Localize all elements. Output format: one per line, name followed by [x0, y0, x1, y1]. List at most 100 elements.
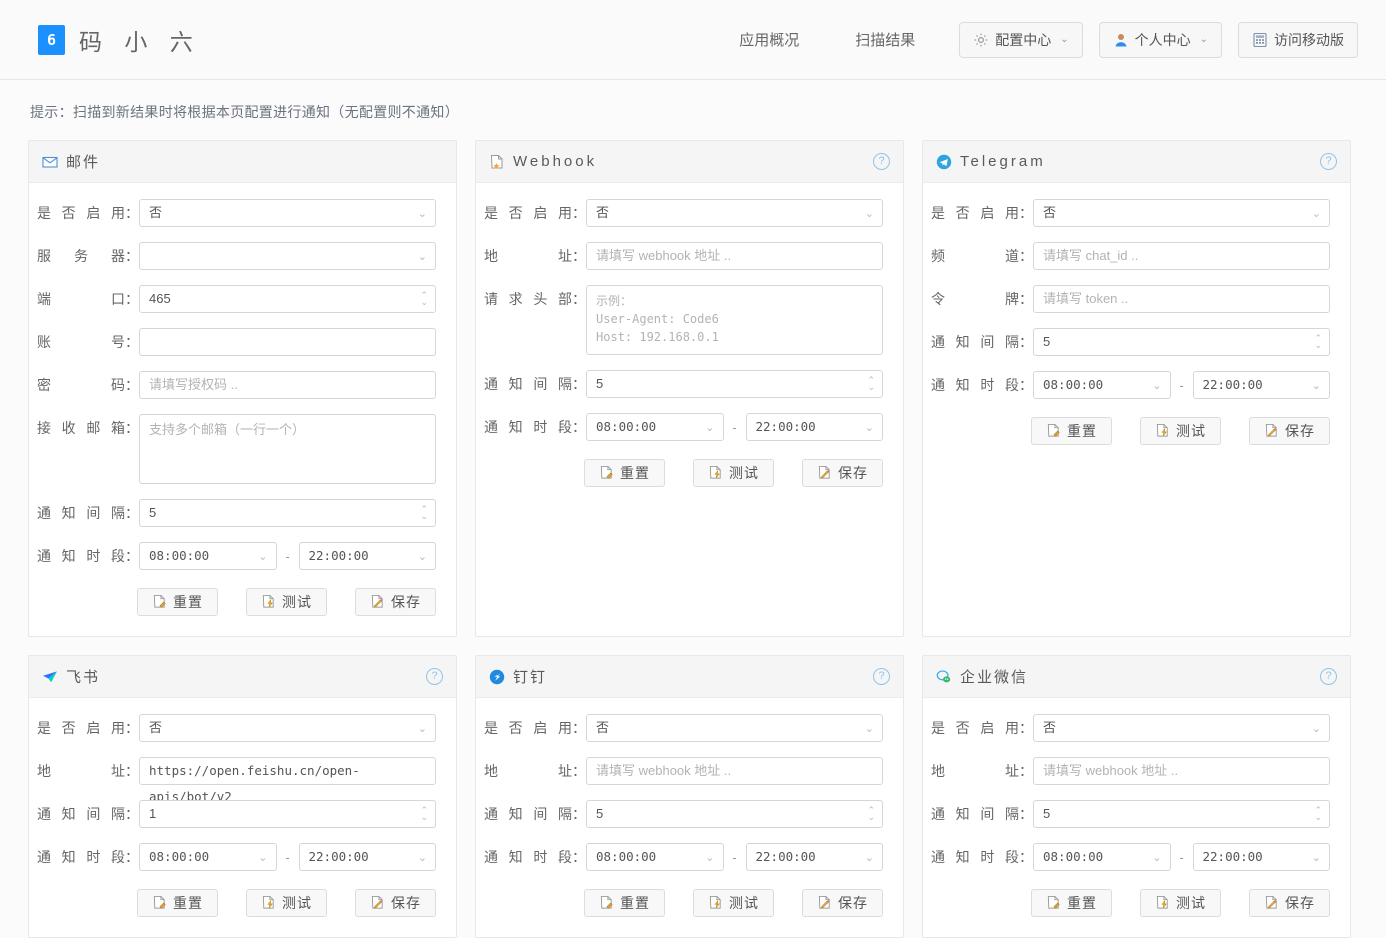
webhook-time-start-select[interactable]: 08:00:00 — [586, 413, 724, 441]
dingtalk-save-label: 保存 — [838, 895, 868, 911]
webhook-interval-input[interactable]: 5 — [586, 370, 883, 398]
feishu-reset-button[interactable]: 重置 — [137, 889, 218, 917]
telegram-time-start-select[interactable]: 08:00:00 — [1033, 371, 1171, 399]
dingtalk-save-button[interactable]: 保存 — [802, 889, 883, 917]
card-dingtalk-body: 是否启用 ： 否 ⌄ 地址 ： 请填写 webhook 地址 .. 通知间隔 ：… — [476, 698, 903, 937]
email-password-input[interactable]: 请填写授权码 .. — [139, 371, 436, 399]
card-webhook-title: Webhook — [513, 153, 598, 170]
dingtalk-reset-button[interactable]: 重置 — [584, 889, 665, 917]
email-time-end-select[interactable]: 22:00:00 — [298, 542, 436, 570]
test-doc-icon — [261, 895, 277, 911]
email-save-button[interactable]: 保存 — [355, 588, 436, 616]
email-reset-button[interactable]: 重置 — [137, 588, 218, 616]
dingtalk-address-input[interactable]: 请填写 webhook 地址 .. — [586, 757, 883, 785]
envelope-icon — [42, 154, 58, 170]
webhook-save-button[interactable]: 保存 — [802, 459, 883, 487]
feishu-enabled-select[interactable]: 否 — [139, 714, 436, 742]
feishu-reset-label: 重置 — [173, 895, 203, 911]
webhook-headers-textarea[interactable]: 示例： User-Agent: Code6 Host: 192.168.0.1 — [586, 285, 883, 355]
dingtalk-enabled-select[interactable]: 否 — [586, 714, 883, 742]
card-wecom-body: 是否启用 ： 否 ⌄ 地址 ： 请填写 webhook 地址 .. 通知间隔 ：… — [923, 698, 1350, 937]
webhook-test-label: 测试 — [729, 465, 759, 481]
nav-config-center[interactable]: 配置中心 ⌄ — [959, 21, 1083, 58]
label-enabled: 是否启用 — [37, 720, 125, 736]
reset-doc-icon — [599, 895, 615, 911]
help-icon[interactable]: ? — [873, 153, 890, 170]
webhook-test-button[interactable]: 测试 — [693, 459, 774, 487]
dingtalk-interval-input[interactable]: 5 — [586, 800, 883, 828]
dingtalk-reset-label: 重置 — [620, 895, 650, 911]
label-period: 通知时段 — [931, 377, 1019, 393]
card-wecom: 企业微信 ? 是否启用 ： 否 ⌄ 地址 ： 请填写 webhook 地址 .. — [922, 655, 1351, 938]
wecom-time-end-select[interactable]: 22:00:00 — [1192, 843, 1330, 871]
field-row-channel: 频道 ： 请填写 chat_id .. — [931, 242, 1330, 270]
wecom-address-input[interactable]: 请填写 webhook 地址 .. — [1033, 757, 1330, 785]
field-row-enabled: 是否启用 ： 否 ⌄ — [484, 714, 883, 742]
field-row-address: 地址 ： 请填写 webhook 地址 .. — [931, 757, 1330, 785]
wecom-test-label: 测试 — [1176, 895, 1206, 911]
telegram-interval-input[interactable]: 5 — [1033, 328, 1330, 356]
webhook-time-end-select[interactable]: 22:00:00 — [745, 413, 883, 441]
email-test-button[interactable]: 测试 — [246, 588, 327, 616]
help-icon[interactable]: ? — [1320, 153, 1337, 170]
colon: ： — [1019, 291, 1033, 307]
wecom-interval-input[interactable]: 5 — [1033, 800, 1330, 828]
email-time-start-select[interactable]: 08:00:00 — [139, 542, 277, 570]
feishu-interval-input[interactable]: 1 — [139, 800, 436, 828]
help-icon[interactable]: ? — [873, 668, 890, 685]
colon: ： — [125, 849, 139, 865]
wecom-save-button[interactable]: 保存 — [1249, 889, 1330, 917]
wecom-test-button[interactable]: 测试 — [1140, 889, 1221, 917]
feishu-time-end-select[interactable]: 22:00:00 — [298, 843, 436, 871]
feishu-address-input[interactable]: https://open.feishu.cn/open-apis/bot/v2 — [139, 757, 436, 804]
label-receivers: 接收邮箱 — [37, 420, 125, 436]
telegram-channel-input[interactable]: 请填写 chat_id .. — [1033, 242, 1330, 270]
email-port-input[interactable]: 465 — [139, 285, 436, 313]
email-save-label: 保存 — [391, 594, 421, 610]
email-enabled-select[interactable]: 否 — [139, 199, 436, 227]
telegram-token-input[interactable]: 请填写 token .. — [1033, 285, 1330, 313]
feishu-test-button[interactable]: 测试 — [246, 889, 327, 917]
nav-app-overview[interactable]: 应用概况 — [711, 29, 827, 50]
feishu-time-start-select[interactable]: 08:00:00 — [139, 843, 277, 871]
time-range-dash: - — [1179, 849, 1184, 865]
nav-user-center[interactable]: 个人中心 ⌄ — [1098, 21, 1222, 58]
email-account-input[interactable] — [139, 328, 436, 356]
card-email-header: 邮件 — [29, 141, 456, 183]
email-receivers-textarea[interactable]: 支持多个邮箱（一行一个） — [139, 414, 436, 484]
email-server-select[interactable] — [139, 242, 436, 270]
field-row-period: 通知时段 ： 08:00:00 ⌄ - 22:00:00 ⌄ — [484, 413, 883, 441]
email-interval-input[interactable]: 5 — [139, 499, 436, 527]
webhook-reset-button[interactable]: 重置 — [584, 459, 665, 487]
feishu-button-row: 重置 测试 保存 — [37, 889, 436, 917]
dingtalk-time-end-select[interactable]: 22:00:00 — [745, 843, 883, 871]
colon: ： — [125, 248, 139, 264]
dingtalk-test-button[interactable]: 测试 — [693, 889, 774, 917]
feishu-save-button[interactable]: 保存 — [355, 889, 436, 917]
wecom-reset-button[interactable]: 重置 — [1031, 889, 1112, 917]
help-icon[interactable]: ? — [426, 668, 443, 685]
wecom-enabled-select[interactable]: 否 — [1033, 714, 1330, 742]
time-range-dash: - — [285, 849, 290, 865]
label-interval: 通知间隔 — [931, 806, 1019, 822]
telegram-time-end-select[interactable]: 22:00:00 — [1192, 371, 1330, 399]
webhook-enabled-select[interactable]: 否 — [586, 199, 883, 227]
field-row-address: 地址 ： https://open.feishu.cn/open-apis/bo… — [37, 757, 436, 804]
email-reset-label: 重置 — [173, 594, 203, 610]
dingtalk-time-start-select[interactable]: 08:00:00 — [586, 843, 724, 871]
telegram-enabled-select[interactable]: 否 — [1033, 199, 1330, 227]
main-nav: 应用概况 扫描结果 配置中心 ⌄ 个人中心 ⌄ 访问移动版 — [711, 21, 1358, 58]
wecom-time-start-select[interactable]: 08:00:00 — [1033, 843, 1171, 871]
help-icon[interactable]: ? — [1320, 668, 1337, 685]
nav-mobile-version[interactable]: 访问移动版 — [1238, 21, 1358, 58]
telegram-save-button[interactable]: 保存 — [1249, 417, 1330, 445]
telegram-test-button[interactable]: 测试 — [1140, 417, 1221, 445]
webhook-address-input[interactable]: 请填写 webhook 地址 .. — [586, 242, 883, 270]
label-server: 服务器 — [37, 248, 125, 264]
card-dingtalk-header: 钉钉 ? — [476, 656, 903, 698]
card-telegram-header: Telegram ? — [923, 141, 1350, 183]
field-row-account: 账号 ： — [37, 328, 436, 356]
nav-scan-results[interactable]: 扫描结果 — [827, 29, 943, 50]
colon: ： — [572, 376, 586, 392]
telegram-reset-button[interactable]: 重置 — [1031, 417, 1112, 445]
